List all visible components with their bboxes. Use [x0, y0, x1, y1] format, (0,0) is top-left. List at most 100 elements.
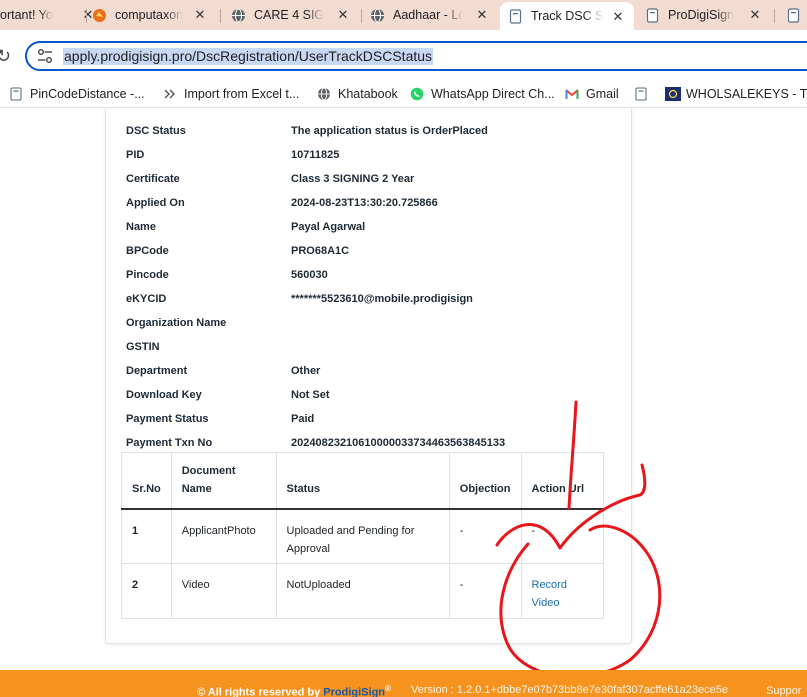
version-text: Version : 1.2.0.1+dbbe7e07b73bb8e7e30faf… — [411, 684, 728, 696]
page-content: DSC Status The application status is Orde… — [0, 109, 807, 670]
tab-title: Aadhaar - Lo — [393, 8, 463, 22]
document-name-cell: Video — [170, 563, 277, 619]
record-video-link[interactable]: Record Video — [532, 579, 567, 609]
bookmark-label: Khatabook — [338, 87, 398, 101]
column-header-action-url: Action Url — [520, 452, 604, 510]
browser-tab[interactable]: ProDigiSign ✕ — [645, 0, 771, 30]
documents-table: Sr.No Document Name Status Objection Act… — [121, 452, 604, 619]
detail-value: Payal Agarwal — [291, 221, 366, 233]
brand-mark: ® — [385, 684, 391, 693]
detail-label: Payment Txn No — [126, 437, 213, 449]
whatsapp-icon — [410, 87, 424, 101]
bookmark-label: Import from Excel t... — [184, 87, 300, 101]
globe-icon — [231, 8, 246, 23]
detail-label: GSTIN — [126, 341, 160, 353]
url-text[interactable]: apply.prodigisign.pro/DscRegistration/Us… — [63, 48, 434, 65]
page-icon — [9, 87, 23, 101]
detail-label: DSC Status — [126, 125, 186, 137]
browser-tab[interactable]: Aadhaar - Lo ✕ — [370, 0, 498, 30]
status-cell: NotUploaded — [275, 563, 450, 619]
page-footer: © All rights reserved by ProdigiSign® Ve… — [0, 670, 807, 697]
detail-value: 10711825 — [291, 149, 340, 161]
action-cell: Record Video — [520, 563, 604, 619]
detail-label: Pincode — [126, 269, 169, 281]
srno-cell: 2 — [121, 563, 172, 619]
browser-tab[interactable]: CARE 4 SIGN ✕ — [231, 0, 359, 30]
orange-favicon — [92, 8, 107, 23]
detail-value: Not Set — [291, 389, 330, 401]
close-tab-icon[interactable]: ✕ — [747, 7, 763, 23]
tab-title: ProDigiSign — [668, 8, 735, 22]
gmail-icon — [565, 87, 579, 101]
bookmark-item[interactable]: WhatsApp Direct Ch... — [410, 84, 555, 104]
copyright-label: © All rights reserved by — [197, 686, 324, 697]
table-header-row: Sr.No Document Name Status Objection Act… — [121, 452, 604, 510]
column-header-srno: Sr.No — [121, 452, 172, 510]
browser-tab[interactable]: ortant! Yo ✕ — [0, 0, 104, 30]
support-link[interactable]: Suppor — [766, 685, 801, 697]
address-bar-row: ↻ apply.prodigisign.pro/DscRegistration/… — [0, 30, 807, 80]
browser-tab-active[interactable]: Track DSC St ✕ — [500, 2, 634, 30]
bookmark-item[interactable]: Import from Excel t... — [163, 84, 299, 104]
double-arrow-icon — [163, 87, 177, 101]
table-row: 2 Video NotUploaded - Record Video — [121, 563, 604, 619]
bookmark-item[interactable]: Khatabook — [317, 84, 398, 104]
address-bar[interactable]: apply.prodigisign.pro/DscRegistration/Us… — [25, 41, 807, 71]
page-icon — [645, 7, 660, 23]
table-row: 1 ApplicantPhoto Uploaded and Pending fo… — [121, 508, 604, 564]
column-header-objection: Objection — [448, 452, 522, 510]
detail-label: Name — [126, 221, 156, 233]
globe-icon — [370, 8, 385, 23]
detail-value: The application status is OrderPlaced — [291, 125, 488, 137]
detail-value: PRO68A1C — [291, 245, 350, 257]
tab-title: CARE 4 SIGN — [254, 8, 324, 22]
detail-label: Certificate — [126, 173, 180, 185]
bookmark-item[interactable]: PinCodeDistance -... — [9, 84, 145, 104]
wholesalekeys-icon — [665, 87, 681, 101]
bookmark-item[interactable]: WHOLSALEKEYS - T... — [665, 84, 807, 104]
bookmark-item[interactable]: Gmail — [565, 84, 619, 104]
document-name-cell: ApplicantPhoto — [170, 508, 277, 564]
detail-label: Payment Status — [126, 413, 209, 425]
detail-value: Class 3 SIGNING 2 Year — [291, 173, 415, 185]
copyright-text: © All rights reserved by ProdigiSign® — [197, 684, 391, 697]
detail-label: eKYCID — [126, 293, 167, 305]
close-tab-icon[interactable]: ✕ — [474, 7, 490, 23]
close-tab-icon[interactable]: ✕ — [610, 9, 626, 25]
page-icon — [786, 7, 801, 23]
reload-icon[interactable]: ↻ — [0, 46, 11, 67]
tab-title: Track DSC St — [531, 9, 603, 23]
detail-label: Download Key — [126, 389, 202, 401]
site-info-icon[interactable] — [35, 47, 55, 65]
bookmark-label: Gmail — [586, 87, 619, 101]
detail-label: PID — [126, 149, 145, 161]
globe-icon — [317, 87, 331, 101]
objection-cell: - — [448, 508, 522, 564]
brand-link[interactable]: ProdigiSign — [323, 687, 385, 697]
status-cell: Uploaded and Pending for Approval — [275, 508, 450, 564]
detail-label: Department — [126, 365, 188, 377]
close-tab-icon[interactable]: ✕ — [192, 7, 208, 23]
browser-tab[interactable] — [786, 0, 807, 30]
detail-label: Organization Name — [126, 317, 227, 329]
srno-cell: 1 — [121, 508, 172, 564]
column-header-status: Status — [275, 452, 450, 510]
tab-title: computaxon — [115, 8, 184, 22]
page-icon — [508, 8, 523, 24]
detail-value: *******5523610@mobile.prodigisign — [291, 293, 473, 305]
detail-label: BPCode — [126, 245, 169, 257]
browser-tab[interactable]: computaxon ✕ — [92, 0, 216, 30]
action-cell: - — [520, 508, 604, 564]
detail-value: Paid — [291, 413, 315, 425]
objection-cell: - — [448, 563, 522, 619]
bookmark-label: WHOLSALEKEYS - T... — [686, 87, 807, 101]
bookmark-item[interactable] — [634, 84, 655, 104]
detail-label: Applied On — [126, 197, 185, 209]
tab-title: ortant! Yo — [0, 8, 53, 22]
close-tab-icon[interactable]: ✕ — [335, 7, 351, 23]
bookmarks-bar: PinCodeDistance -... Import from Excel t… — [0, 80, 807, 108]
detail-value: 20240823210610000033734463563845133 — [291, 437, 506, 449]
browser-tab-strip: ortant! Yo ✕ computaxon ✕ CARE 4 SIGN ✕ … — [0, 0, 807, 30]
bookmark-label: PinCodeDistance -... — [30, 87, 145, 101]
page-icon — [634, 87, 648, 101]
